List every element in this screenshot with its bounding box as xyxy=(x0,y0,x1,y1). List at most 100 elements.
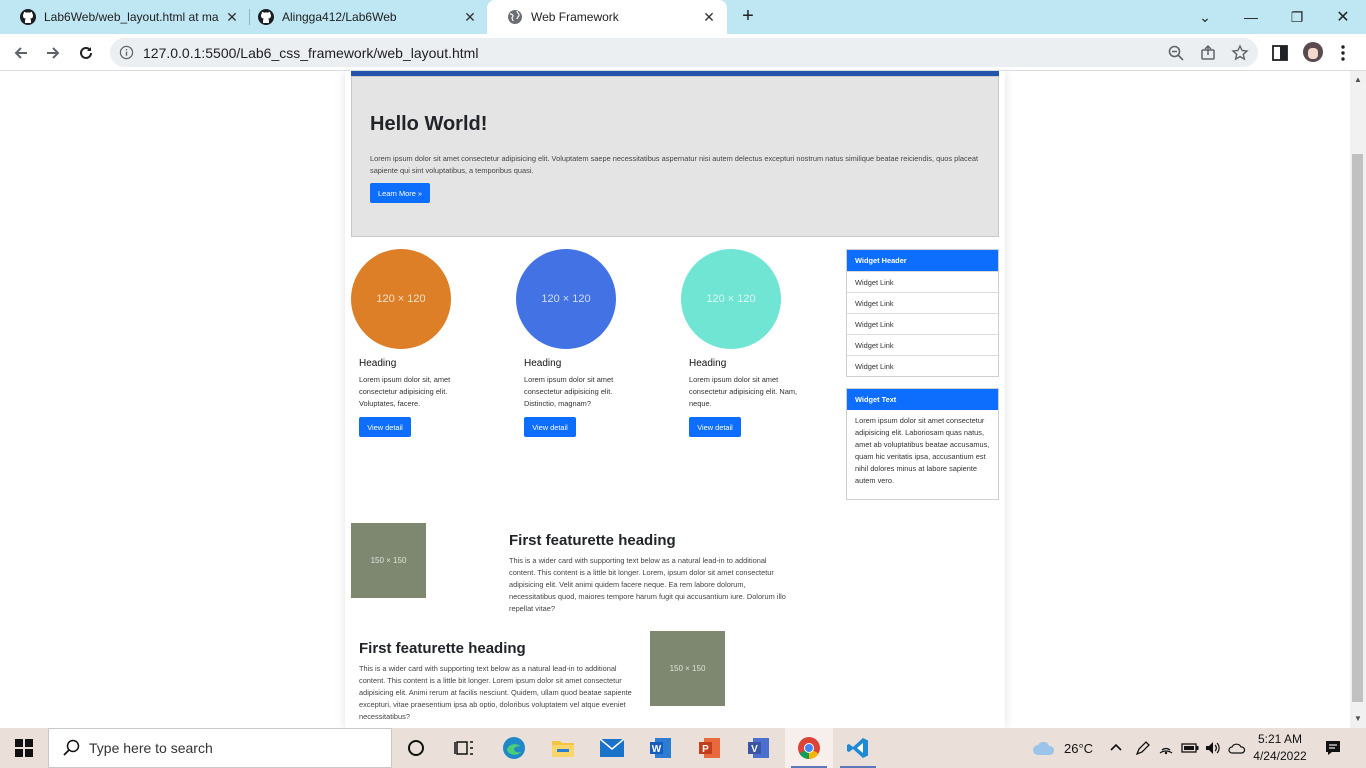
bookmark-star-icon[interactable] xyxy=(1231,44,1249,62)
view-detail-button[interactable]: View detail xyxy=(359,417,411,437)
restore-button[interactable]: ❐ xyxy=(1274,0,1320,34)
file-explorer-app[interactable] xyxy=(539,728,587,768)
card-text: Lorem ipsum dolor sit amet consectetur a… xyxy=(689,375,798,408)
mail-icon xyxy=(600,739,624,757)
chrome-app[interactable] xyxy=(785,728,833,768)
forward-button[interactable] xyxy=(40,40,66,66)
page-viewport: Hello World! Lorem ipsum dolor sit amet … xyxy=(0,71,1350,728)
card-image-placeholder: 120 × 120 xyxy=(681,249,781,349)
close-window-button[interactable]: ✕ xyxy=(1320,0,1366,34)
new-tab-button[interactable]: + xyxy=(736,5,760,29)
page-scrollbar[interactable]: ▲ ▼ xyxy=(1350,71,1366,728)
tab-title: Alingga412/Lab6Web xyxy=(282,10,397,24)
volume-tray-button[interactable] xyxy=(1204,728,1222,768)
featurette-text: This is a wider card with supporting tex… xyxy=(509,556,786,613)
minimize-button[interactable]: — xyxy=(1228,0,1274,34)
side-panel-icon[interactable] xyxy=(1270,43,1290,63)
jumbotron-text: Lorem ipsum dolor sit amet consectetur a… xyxy=(370,154,978,175)
word-icon: W xyxy=(650,738,671,758)
svg-text:P: P xyxy=(702,744,709,755)
clock-date: 4/24/2022 xyxy=(1253,749,1307,763)
card-text: Lorem ipsum dolor sit, amet consectetur … xyxy=(359,375,451,408)
windows-taskbar: Type here to search W P V 26°C 5:21 AM 4… xyxy=(0,728,1366,768)
reload-button[interactable] xyxy=(73,40,99,66)
browser-toolbar: 127.0.0.1:5500/Lab6_css_framework/web_la… xyxy=(0,34,1366,71)
task-view-button[interactable] xyxy=(440,728,488,768)
featurette-1: First featurette heading This is a wider… xyxy=(509,532,793,615)
address-bar[interactable]: 127.0.0.1:5500/Lab6_css_framework/web_la… xyxy=(110,38,1258,67)
browser-tab-2[interactable]: Alingga412/Lab6Web ✕ xyxy=(238,0,488,34)
notification-icon xyxy=(1326,741,1340,755)
view-detail-button[interactable]: View detail xyxy=(524,417,576,437)
profile-avatar[interactable] xyxy=(1303,42,1323,62)
wifi-tray-button[interactable] xyxy=(1158,728,1174,768)
visio-app[interactable]: V xyxy=(735,728,783,768)
weather-temperature: 26°C xyxy=(1064,740,1094,756)
browser-tab-3-active[interactable]: Web Framework ✕ xyxy=(487,0,727,34)
arrow-left-icon xyxy=(14,47,27,59)
card-heading: Heading xyxy=(524,358,562,369)
windows-logo-icon xyxy=(15,739,33,757)
onedrive-tray-button[interactable] xyxy=(1228,728,1246,768)
vscode-app[interactable] xyxy=(834,728,882,768)
cortana-button[interactable] xyxy=(392,728,440,768)
github-icon xyxy=(20,9,36,25)
vscode-icon xyxy=(847,738,868,758)
share-icon[interactable] xyxy=(1199,44,1217,62)
featurette-heading: First featurette heading xyxy=(359,640,526,657)
menu-dots-icon[interactable] xyxy=(1333,43,1353,63)
taskbar-search-box[interactable]: Type here to search xyxy=(48,728,392,768)
word-app[interactable]: W xyxy=(637,728,685,768)
edge-icon xyxy=(503,737,525,759)
browser-tab-1[interactable]: Lab6Web/web_layout.html at ma ✕ xyxy=(0,0,250,34)
card-1: 120 × 120 Heading Lorem ipsum dolor sit,… xyxy=(351,249,501,437)
jumbotron-heading: Hello World! xyxy=(370,113,488,135)
weather-widget[interactable]: 26°C xyxy=(1032,728,1093,768)
zoom-icon[interactable] xyxy=(1167,44,1185,62)
cloud-icon xyxy=(1033,741,1055,755)
widget-link[interactable]: Widget Link xyxy=(847,355,998,376)
tab-title: Lab6Web/web_layout.html at ma xyxy=(44,10,219,24)
tab-title: Web Framework xyxy=(531,10,619,24)
edge-app[interactable] xyxy=(490,728,538,768)
svg-text:V: V xyxy=(751,744,758,755)
svg-text:W: W xyxy=(652,744,662,755)
mail-app[interactable] xyxy=(588,728,636,768)
avatar-face xyxy=(1308,48,1318,59)
back-button[interactable] xyxy=(8,40,34,66)
reload-icon xyxy=(80,46,92,59)
card-image-placeholder: 120 × 120 xyxy=(351,249,451,349)
start-button[interactable] xyxy=(0,728,48,768)
close-tab-icon[interactable]: ✕ xyxy=(462,9,478,25)
notifications-button[interactable] xyxy=(1324,728,1342,768)
widget-link[interactable]: Widget Link xyxy=(847,334,998,355)
globe-icon xyxy=(508,10,522,24)
wifi-icon xyxy=(1159,747,1173,755)
show-hidden-icons-button[interactable] xyxy=(1109,728,1123,768)
battery-tray-button[interactable] xyxy=(1181,728,1199,768)
chevron-up-icon xyxy=(1110,743,1122,751)
taskbar-clock[interactable]: 5:21 AM 4/24/2022 xyxy=(1248,731,1312,765)
card-3: 120 × 120 Heading Lorem ipsum dolor sit … xyxy=(681,249,831,437)
widget-link[interactable]: Widget Link xyxy=(847,271,998,292)
view-detail-button[interactable]: View detail xyxy=(689,417,741,437)
visio-icon: V xyxy=(748,738,769,758)
featurette-image-placeholder: 150 × 150 xyxy=(650,631,725,706)
speaker-icon xyxy=(1206,742,1220,754)
powerpoint-icon: P xyxy=(699,738,720,758)
scroll-down-arrow-icon[interactable]: ▼ xyxy=(1353,714,1363,723)
widget-link[interactable]: Widget Link xyxy=(847,292,998,313)
powerpoint-app[interactable]: P xyxy=(686,728,734,768)
close-tab-icon[interactable]: ✕ xyxy=(701,9,717,25)
card-image-placeholder: 120 × 120 xyxy=(516,249,616,349)
url-text: 127.0.0.1:5500/Lab6_css_framework/web_la… xyxy=(143,45,479,61)
learn-more-button[interactable]: Learn More » xyxy=(370,183,430,203)
featurette-2: First featurette heading This is a wider… xyxy=(359,640,643,723)
scrollbar-thumb[interactable] xyxy=(1352,154,1363,702)
scroll-up-arrow-icon[interactable]: ▲ xyxy=(1353,75,1363,84)
cortana-circle-icon xyxy=(408,740,424,756)
widget-link[interactable]: Widget Link xyxy=(847,313,998,334)
info-icon[interactable] xyxy=(119,45,134,60)
pen-tray-button[interactable] xyxy=(1135,728,1151,768)
tab-search-icon[interactable]: ⌄ xyxy=(1182,0,1228,34)
